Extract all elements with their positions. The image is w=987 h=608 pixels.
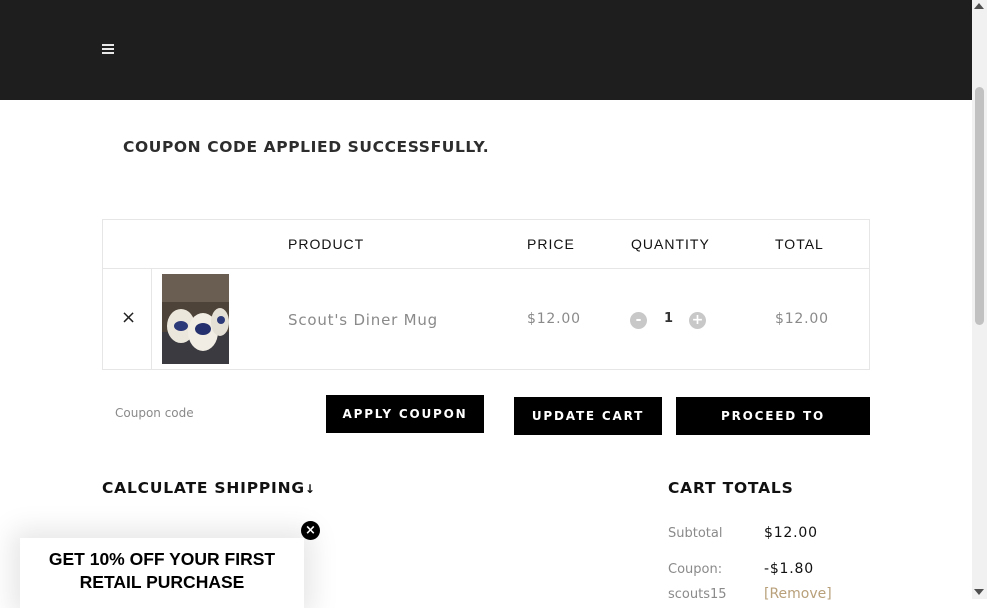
remove-coupon-link[interactable]: [Remove] bbox=[764, 586, 832, 602]
product-name-link[interactable]: Scout's Diner Mug bbox=[288, 311, 438, 329]
quantity-value[interactable]: 1 bbox=[664, 311, 673, 326]
coupon-success-notice: COUPON CODE APPLIED SUCCESSFULLY. bbox=[123, 138, 490, 156]
coupon-code-text: scouts15 bbox=[668, 587, 727, 602]
arrow-down-icon: ↓ bbox=[304, 482, 316, 496]
cart-table: PRODUCT PRICE QUANTITY TOTAL × Scout's D… bbox=[102, 219, 870, 370]
scrollbar-thumb[interactable] bbox=[975, 87, 984, 325]
calculate-shipping-toggle[interactable]: CALCULATE SHIPPING↓ bbox=[102, 479, 316, 497]
quantity-increase-button[interactable]: + bbox=[689, 312, 706, 329]
scroll-down-arrow-icon[interactable] bbox=[974, 589, 984, 595]
item-total: $12.00 bbox=[775, 311, 829, 327]
promo-text: GET 10% OFF YOUR FIRST RETAIL PURCHASE bbox=[48, 549, 276, 592]
apply-coupon-button[interactable]: APPLY COUPON bbox=[326, 395, 484, 433]
update-cart-button[interactable]: UPDATE CART bbox=[514, 397, 662, 435]
close-icon[interactable]: × bbox=[301, 521, 320, 540]
remove-item-icon[interactable]: × bbox=[121, 309, 136, 327]
cart-totals-title: CART TOTALS bbox=[668, 479, 794, 497]
coupon-code-input[interactable] bbox=[102, 395, 302, 431]
cart-table-header: PRODUCT PRICE QUANTITY TOTAL bbox=[103, 220, 869, 269]
hamburger-icon[interactable] bbox=[102, 44, 114, 55]
column-header-quantity: QUANTITY bbox=[631, 236, 710, 252]
subtotal-value: $12.00 bbox=[764, 525, 818, 541]
quantity-decrease-button[interactable]: - bbox=[630, 312, 647, 329]
row-divider bbox=[151, 269, 152, 369]
coupon-discount-value: -$1.80 bbox=[764, 561, 814, 577]
subtotal-label: Subtotal bbox=[668, 526, 723, 541]
product-thumbnail[interactable] bbox=[162, 274, 229, 364]
item-price: $12.00 bbox=[527, 311, 581, 327]
column-header-price: PRICE bbox=[527, 236, 575, 252]
site-header bbox=[0, 0, 972, 100]
discount-promo-popup[interactable]: GET 10% OFF YOUR FIRST RETAIL PURCHASE bbox=[20, 538, 304, 608]
column-header-total: TOTAL bbox=[775, 236, 824, 252]
cart-item-row: × Scout's Diner Mug $12.00 - 1 + $12.00 bbox=[103, 269, 869, 369]
proceed-to-checkout-button[interactable]: PROCEED TO CHECKOUT bbox=[676, 397, 870, 461]
scroll-up-arrow-icon[interactable] bbox=[974, 3, 984, 9]
coupon-label: Coupon: bbox=[668, 562, 723, 577]
calculate-shipping-label: CALCULATE SHIPPING bbox=[102, 479, 305, 497]
column-header-product: PRODUCT bbox=[288, 236, 365, 252]
